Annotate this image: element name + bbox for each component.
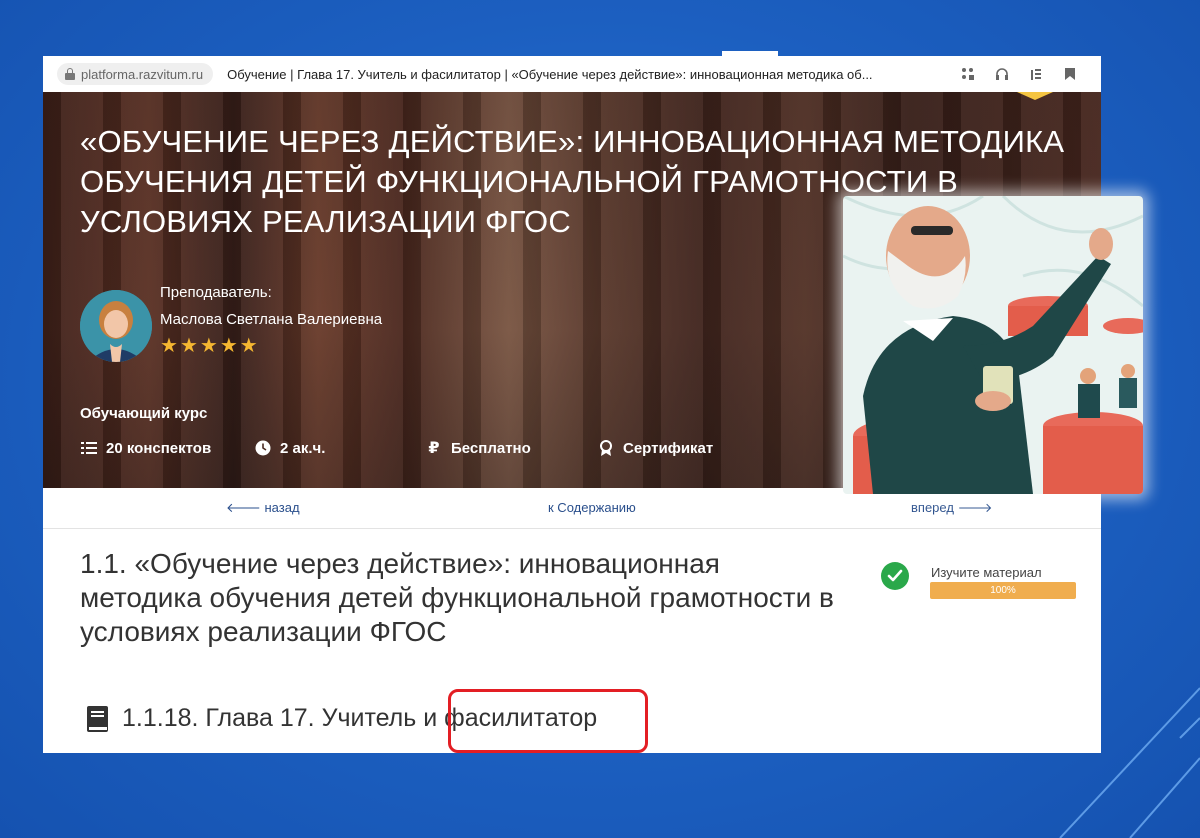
clock-icon: [254, 439, 272, 457]
headphones-icon[interactable]: [993, 65, 1011, 83]
back-link[interactable]: 🡐 назад: [226, 500, 300, 516]
award-icon: [597, 439, 615, 457]
meta-notes: 20 конспектов: [80, 439, 211, 457]
star-icon: ★: [179, 335, 198, 357]
course-type: Обучающий курс: [80, 405, 208, 422]
forward-label: вперед: [911, 500, 954, 515]
browser-address-bar: platforma.razvitum.ru Обучение | Глава 1…: [43, 56, 1101, 93]
lock-icon: [65, 68, 75, 80]
rating-stars: ★ ★ ★ ★ ★: [160, 336, 258, 356]
arrow-left-icon: 🡐: [226, 500, 261, 515]
browser-actions: [959, 65, 1079, 83]
star-icon: ★: [160, 335, 178, 357]
star-icon: ★: [219, 335, 238, 357]
meta-price: ₽ Бесплатно: [425, 439, 531, 458]
arrow-right-icon: 🡒: [957, 500, 993, 515]
back-label: назад: [264, 500, 300, 515]
meta-certificate: Сертификат: [597, 439, 713, 457]
meta-notes-label: 20 конспектов: [106, 439, 212, 457]
apps-icon[interactable]: [959, 65, 977, 83]
contents-link[interactable]: к Содержанию: [548, 500, 636, 515]
progress-bar: 100%: [930, 582, 1076, 599]
ruble-icon: ₽: [428, 440, 440, 457]
url-text: platforma.razvitum.ru: [81, 66, 204, 82]
highlight-annotation: [448, 689, 648, 753]
meta-hours-label: 2 ак.ч.: [280, 439, 326, 457]
list-icon: [80, 439, 98, 457]
check-circle-icon: [881, 562, 909, 590]
ribbon-bow-icon: [1017, 92, 1053, 100]
star-icon: ★: [199, 335, 218, 357]
forward-link[interactable]: вперед 🡒: [911, 500, 992, 516]
teacher-name[interactable]: Маслова Светлана Валериевна: [160, 311, 382, 328]
url-pill[interactable]: platforma.razvitum.ru: [57, 63, 214, 85]
meta-hours: 2 ак.ч.: [254, 439, 325, 457]
avatar: [80, 290, 152, 362]
lesson-navigation: 🡐 назад к Содержанию вперед 🡒: [43, 488, 1101, 529]
meta-certificate-label: Сертификат: [623, 439, 714, 457]
meta-price-label: Бесплатно: [451, 439, 531, 457]
teacher-label: Преподаватель:: [160, 284, 272, 301]
page-title: Обучение | Глава 17. Учитель и фасилитат…: [227, 66, 873, 82]
star-icon: ★: [239, 335, 258, 357]
bookmark-icon[interactable]: [1061, 65, 1079, 83]
reader-icon[interactable]: [1027, 65, 1045, 83]
book-icon: [86, 705, 110, 733]
course-illustration: [843, 196, 1143, 494]
status-label: Изучите материал: [931, 565, 1042, 580]
lesson-title: 1.1. «Обучение через действие»: инноваци…: [80, 548, 834, 647]
